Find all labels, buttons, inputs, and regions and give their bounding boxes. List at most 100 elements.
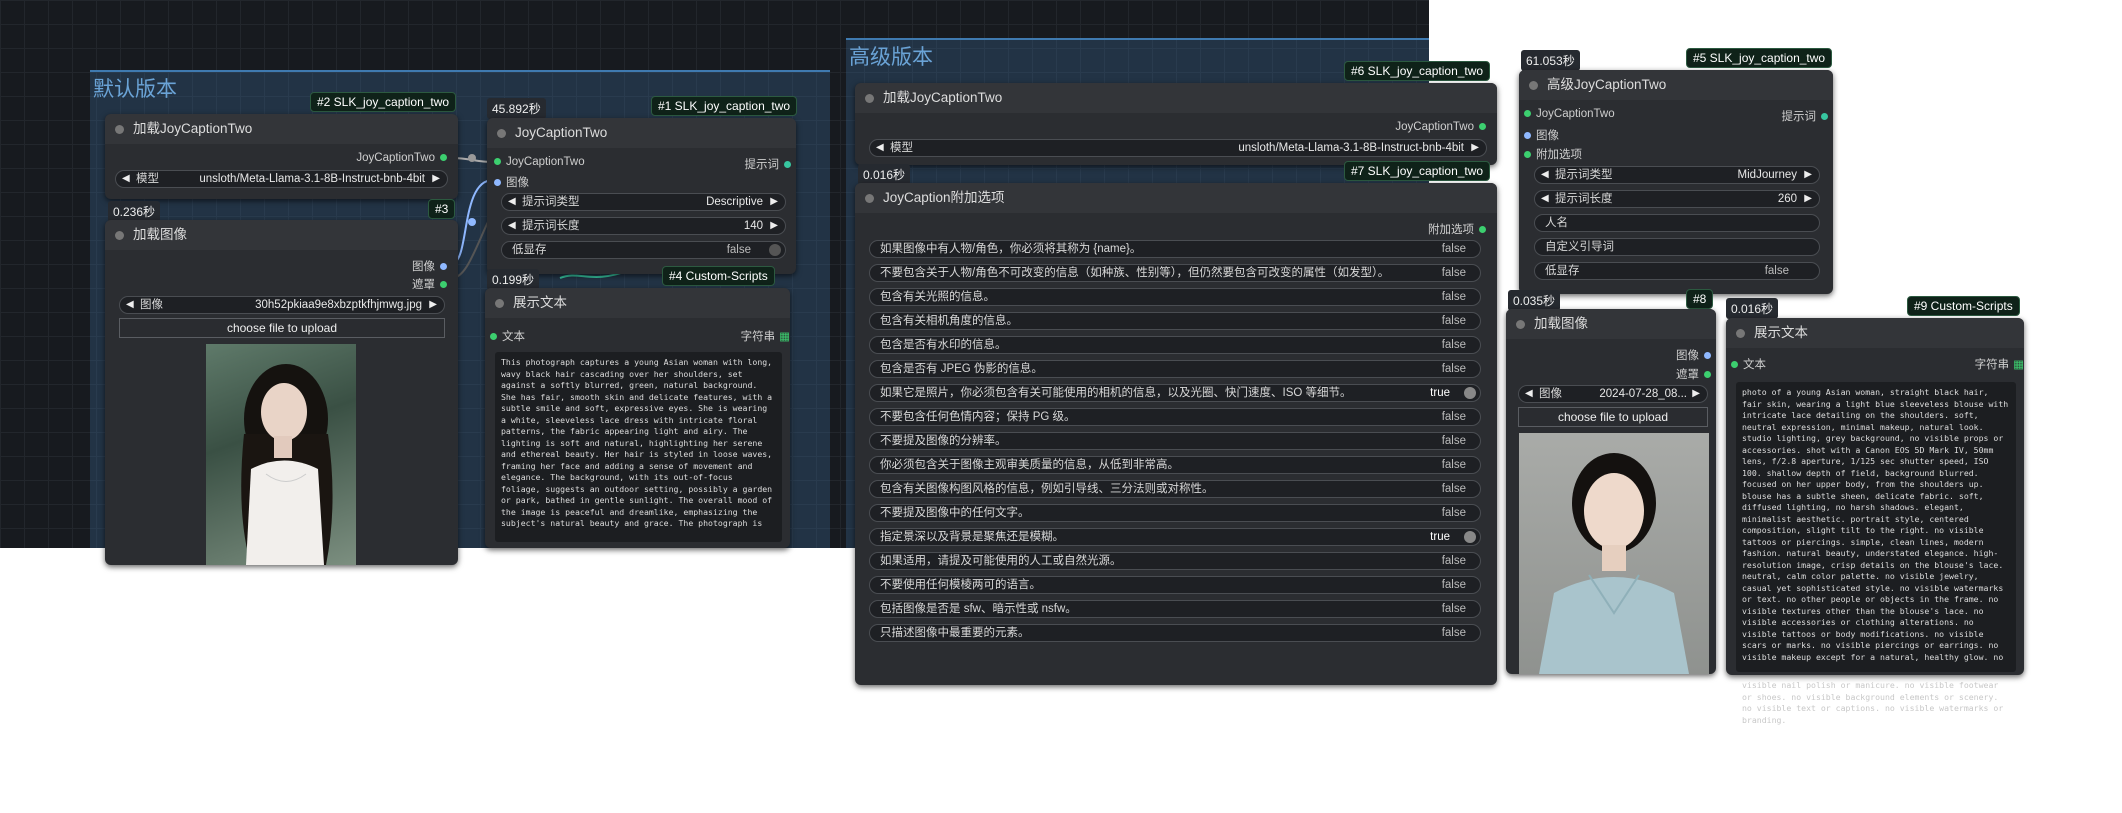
collapse-dot-icon[interactable] — [495, 299, 504, 308]
input-joycaption[interactable]: JoyCaptionTwo — [489, 156, 585, 168]
collapse-dot-icon[interactable] — [115, 231, 124, 240]
option-label: 包含是否有 JPEG 伪影的信息。 — [880, 363, 1043, 375]
output-string[interactable]: 字符串 ▦ — [1975, 356, 2024, 372]
collapse-dot-icon[interactable] — [115, 125, 124, 134]
option-toggle[interactable]: 如果它是照片，你必须包含有关可能使用的相机的信息，以及光圈、快门速度、ISO 等… — [869, 384, 1481, 402]
collapse-dot-icon[interactable] — [1736, 329, 1745, 338]
output-joycaption[interactable]: JoyCaptionTwo — [1395, 121, 1491, 133]
arrow-right-icon: ▶ — [1804, 169, 1812, 180]
option-toggle[interactable]: 不要使用任何模棱两可的语言。 false — [869, 576, 1481, 594]
option-toggle[interactable]: 不要包含关于人物/角色不可改变的信息（如种族、性别等），但仍然要包含可改变的属性… — [869, 264, 1481, 282]
node-title[interactable]: 展示文本 — [485, 288, 790, 318]
model-select[interactable]: ◀ 模型 unsloth/Meta-Llama-3.1-8B-Instruct-bn… — [115, 170, 448, 188]
node-title[interactable]: JoyCaptionTwo — [487, 118, 796, 148]
prompt-type-select[interactable]: ◀ 提示词类型 MidJourney ▶ — [1534, 166, 1820, 184]
output-mask[interactable]: 遮罩 — [1676, 366, 1716, 382]
output-mask[interactable]: 遮罩 — [412, 276, 452, 292]
arrow-right-icon: ▶ — [429, 299, 437, 310]
option-value: false — [1441, 579, 1466, 591]
image-select[interactable]: ◀ 图像 2024-07-28_08... ▶ — [1518, 385, 1708, 403]
option-toggle[interactable]: 不要提及图像中的任何文字。 false — [869, 504, 1481, 522]
input-pin-icon — [494, 158, 501, 166]
option-toggle[interactable]: 不要提及图像的分辨率。 false — [869, 432, 1481, 450]
option-toggle[interactable]: 包含是否有水印的信息。 false — [869, 336, 1481, 354]
input-joycaption[interactable]: JoyCaptionTwo — [1519, 108, 1615, 120]
node-load-image-default[interactable]: 加载图像 图像 遮罩 ◀ 图像 30h52pkiaa9e8xbzptkfhjmwg.… — [105, 220, 458, 565]
option-toggle[interactable]: 如果适用，请提及可能使用的人工或自然光源。 false — [869, 552, 1481, 570]
input-text[interactable]: 文本 — [1726, 356, 1766, 372]
output-pin-icon — [1479, 226, 1486, 234]
node-load-joycaption-default[interactable]: 加载JoyCaptionTwo JoyCaptionTwo ◀ 模型 unsloth… — [105, 114, 458, 199]
option-toggle[interactable]: 包含有关相机角度的信息。 false — [869, 312, 1481, 330]
node-title[interactable]: JoyCaption附加选项 — [855, 183, 1497, 213]
option-toggle[interactable]: 只描述图像中最重要的元素。 false — [869, 624, 1481, 642]
node-id-badge: #9 Custom-Scripts — [1907, 296, 2020, 316]
output-joycaption[interactable]: JoyCaptionTwo — [356, 152, 452, 164]
collapse-dot-icon[interactable] — [1516, 320, 1525, 329]
option-toggle[interactable]: 不要包含任何色情内容；保持 PG 级。 false — [869, 408, 1481, 426]
output-image[interactable]: 图像 — [412, 258, 452, 274]
option-value: false — [1441, 435, 1466, 447]
output-string[interactable]: 字符串 ▦ — [741, 328, 790, 344]
caption-text[interactable]: This photograph captures a young Asian w… — [495, 352, 782, 542]
option-toggle[interactable]: 如果图像中有人物/角色，你必须将其称为 {name}。 false — [869, 240, 1481, 258]
input-pin-icon — [494, 179, 501, 187]
output-prompt[interactable]: 提示词 — [1782, 108, 1834, 124]
option-value: false — [1441, 411, 1466, 423]
output-prompt[interactable]: 提示词 — [745, 156, 797, 172]
upload-button[interactable]: choose file to upload — [1518, 407, 1708, 427]
option-toggle[interactable]: 包括图像是否是 sfw、暗示性或 nsfw。 false — [869, 600, 1481, 618]
input-extra-options[interactable]: 附加选项 — [1519, 146, 1582, 162]
output-extra-options[interactable]: 附加选项 — [1428, 221, 1491, 237]
arrow-right-icon: ▶ — [1471, 142, 1479, 153]
node-load-image-advanced[interactable]: 加载图像 图像 遮罩 ◀ 图像 2024-07-28_08... ▶ choose f… — [1506, 309, 1716, 674]
toggle-knob-icon — [1464, 531, 1476, 543]
model-select[interactable]: ◀ 模型 unsloth/Meta-Llama-3.1-8B-Instruct-bn… — [869, 139, 1487, 157]
caption-text[interactable]: photo of a young Asian woman, straight b… — [1736, 382, 2016, 672]
input-image[interactable]: 图像 — [489, 174, 529, 190]
custom-guide-field[interactable]: 自定义引导词 — [1534, 238, 1820, 256]
node-title[interactable]: 高级JoyCaptionTwo — [1519, 70, 1833, 100]
collapse-dot-icon[interactable] — [865, 94, 874, 103]
node-title[interactable]: 展示文本 — [1726, 318, 2024, 348]
option-toggle[interactable]: 包含有关图像构图风格的信息，例如引导线、三分法则或对称性。 false — [869, 480, 1481, 498]
node-title[interactable]: 加载JoyCaptionTwo — [855, 83, 1497, 113]
input-pin-icon — [1524, 110, 1531, 118]
arrow-right-icon: ▶ — [1692, 388, 1700, 399]
node-load-joycaption-advanced[interactable]: 加载JoyCaptionTwo JoyCaptionTwo ◀ 模型 unsloth… — [855, 83, 1497, 165]
node-title[interactable]: 加载图像 — [1506, 309, 1716, 339]
node-advanced-joycaption[interactable]: 高级JoyCaptionTwo JoyCaptionTwo 图像 附加选项 提示… — [1519, 70, 1833, 294]
option-label: 包含有关图像构图风格的信息，例如引导线、三分法则或对称性。 — [880, 483, 1214, 495]
node-id-badge: #2 SLK_joy_caption_two — [310, 92, 457, 112]
option-toggle[interactable]: 指定景深以及背景是聚焦还是模糊。 true — [869, 528, 1481, 546]
arrow-left-icon: ◀ — [1541, 193, 1549, 204]
low-vram-toggle[interactable]: 低显存 false — [1534, 262, 1820, 280]
low-vram-toggle[interactable]: 低显存 false — [501, 241, 786, 259]
node-joycaption-extra-options[interactable]: JoyCaption附加选项 附加选项 如果图像中有人物/角色，你必须将其称为 … — [855, 183, 1497, 685]
node-id-badge: #3 — [428, 199, 456, 219]
node-show-text-advanced[interactable]: 展示文本 文本 字符串 ▦ photo of a young Asian woma… — [1726, 318, 2024, 675]
collapse-dot-icon[interactable] — [1529, 81, 1538, 90]
option-label: 不要提及图像中的任何文字。 — [880, 507, 1030, 519]
node-id-badge: #4 Custom-Scripts — [662, 266, 775, 286]
output-image[interactable]: 图像 — [1676, 347, 1716, 363]
node-joycaption-default[interactable]: JoyCaptionTwo JoyCaptionTwo 图像 提示词 ◀ 提示词类… — [487, 118, 796, 274]
image-select[interactable]: ◀ 图像 30h52pkiaa9e8xbzptkfhjmwg.jpg ▶ — [119, 296, 445, 314]
option-toggle[interactable]: 你必须包含关于图像主观审美质量的信息，从低到非常高。 false — [869, 456, 1481, 474]
option-toggle[interactable]: 包含是否有 JPEG 伪影的信息。 false — [869, 360, 1481, 378]
prompt-length-select[interactable]: ◀ 提示词长度 140 ▶ — [501, 217, 786, 235]
prompt-type-select[interactable]: ◀ 提示词类型 Descriptive ▶ — [501, 193, 786, 211]
input-image[interactable]: 图像 — [1519, 127, 1559, 143]
collapse-dot-icon[interactable] — [865, 194, 874, 203]
node-title[interactable]: 加载图像 — [105, 220, 458, 250]
input-text[interactable]: 文本 — [485, 328, 525, 344]
prompt-length-select[interactable]: ◀ 提示词长度 260 ▶ — [1534, 190, 1820, 208]
output-pin-icon — [440, 263, 447, 271]
portrait-illustration — [1539, 453, 1689, 674]
node-show-text-default[interactable]: 展示文本 文本 字符串 ▦ This photograph captures a … — [485, 288, 790, 548]
upload-button[interactable]: choose file to upload — [119, 318, 445, 338]
node-title[interactable]: 加载JoyCaptionTwo — [105, 114, 458, 144]
option-toggle[interactable]: 包含有关光照的信息。 false — [869, 288, 1481, 306]
person-name-field[interactable]: 人名 — [1534, 214, 1820, 232]
collapse-dot-icon[interactable] — [497, 129, 506, 138]
